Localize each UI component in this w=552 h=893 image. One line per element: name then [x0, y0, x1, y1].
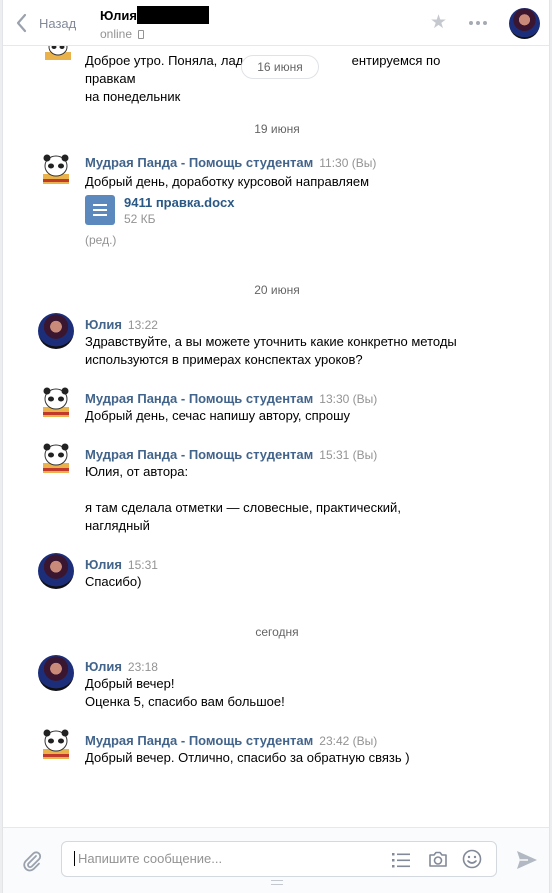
avatar[interactable]	[38, 655, 74, 691]
floating-date-badge: 16 июня	[241, 55, 319, 79]
document-attachment[interactable]: 9411 правка.docx 52 КБ	[85, 195, 235, 226]
avatar[interactable]	[38, 553, 74, 589]
author-name: Юлия	[85, 317, 122, 332]
panda-avatar-icon	[43, 387, 69, 417]
camera-icon[interactable]	[428, 850, 448, 868]
star-icon[interactable]: ★	[430, 13, 450, 33]
redaction-bar	[137, 6, 209, 24]
message-text: Юлия, от автора: я там сделала отметки —…	[85, 464, 401, 533]
document-size: 52 КБ	[124, 212, 156, 226]
smile-icon[interactable]	[462, 849, 482, 869]
date-separator: 19 июня	[254, 122, 300, 136]
message-time: 13:22	[127, 318, 158, 332]
panda-avatar-icon	[43, 154, 69, 184]
message-text: Добрый день, доработку курсовой направля…	[85, 174, 370, 189]
message-author[interactable]: Мудрая Панда - Помощь студентам 11:30 (Вы…	[85, 155, 376, 170]
document-name: 9411 правка.docx	[124, 195, 235, 210]
avatar[interactable]	[38, 385, 74, 421]
message-author[interactable]: Мудрая Панда - Помощь студентам 23:42 (Вы…	[85, 733, 377, 748]
avatar[interactable]	[38, 152, 74, 188]
message-text: Спасибо)	[85, 574, 142, 589]
message-time: 11:30 (Вы)	[319, 156, 377, 170]
message-text: Здравствуйте, а вы можете уточнить какие…	[85, 334, 457, 367]
send-icon[interactable]	[516, 850, 538, 870]
peer-name[interactable]: Юлия	[100, 8, 137, 23]
author-name: Мудрая Панда - Помощь студентам	[85, 733, 314, 748]
message-author[interactable]: Юлия 23:18	[85, 659, 158, 674]
message-author[interactable]: Мудрая Панда - Помощь студентам 15:31 (Вы…	[85, 447, 377, 462]
list-icon[interactable]	[392, 852, 410, 868]
avatar[interactable]	[38, 441, 74, 477]
author-name: Юлия	[85, 557, 122, 572]
paperclip-icon[interactable]	[21, 850, 43, 872]
message-input[interactable]	[74, 851, 374, 866]
peer-avatar[interactable]	[509, 8, 540, 39]
author-name: Мудрая Панда - Помощь студентам	[85, 391, 314, 406]
more-dots-icon[interactable]	[469, 14, 491, 32]
mobile-icon	[138, 29, 145, 39]
message-author[interactable]: Юлия 15:31	[85, 557, 158, 572]
message-time: 15:31	[127, 558, 158, 572]
edited-label: (ред.)	[85, 233, 117, 247]
author-name: Мудрая Панда - Помощь студентам	[85, 155, 314, 170]
message-text: Добрый день, сечас напишу автору, спрошу	[85, 408, 351, 423]
document-icon	[85, 195, 115, 225]
author-name: Юлия	[85, 659, 122, 674]
message-text: Добрый вечер! Оценка 5, спасибо вам боль…	[85, 676, 285, 709]
peer-status-text: online	[100, 27, 133, 41]
message-time: 15:31 (Вы)	[319, 448, 378, 462]
chevron-left-icon	[16, 13, 27, 33]
back-label: Назад	[39, 15, 77, 31]
message-time: 23:42 (Вы)	[319, 734, 378, 748]
message-time: 23:18	[127, 660, 158, 674]
resize-grip[interactable]	[271, 880, 283, 885]
avatar[interactable]	[38, 727, 74, 763]
date-separator: сегодня	[255, 625, 299, 639]
author-name: Мудрая Панда - Помощь студентам	[85, 447, 314, 462]
message-author[interactable]: Юлия 13:22	[85, 317, 158, 332]
date-separator: 20 июня	[254, 283, 300, 297]
chat-window: Назад Юлия online ★ Доброе утро. Поняла,…	[2, 0, 550, 893]
back-button[interactable]: Назад	[15, 13, 76, 33]
peer-status: online	[100, 27, 145, 41]
panda-avatar-icon	[43, 443, 69, 473]
message-time: 13:30 (Вы)	[319, 392, 378, 406]
message-text: Добрый вечер. Отлично, спасибо за обратн…	[85, 750, 410, 765]
avatar[interactable]	[38, 313, 74, 349]
chat-header: Назад Юлия online ★	[3, 0, 549, 46]
panda-avatar-icon	[43, 729, 69, 759]
message-input-box	[61, 841, 497, 877]
message-author[interactable]: Мудрая Панда - Помощь студентам 13:30 (Вы…	[85, 391, 377, 406]
